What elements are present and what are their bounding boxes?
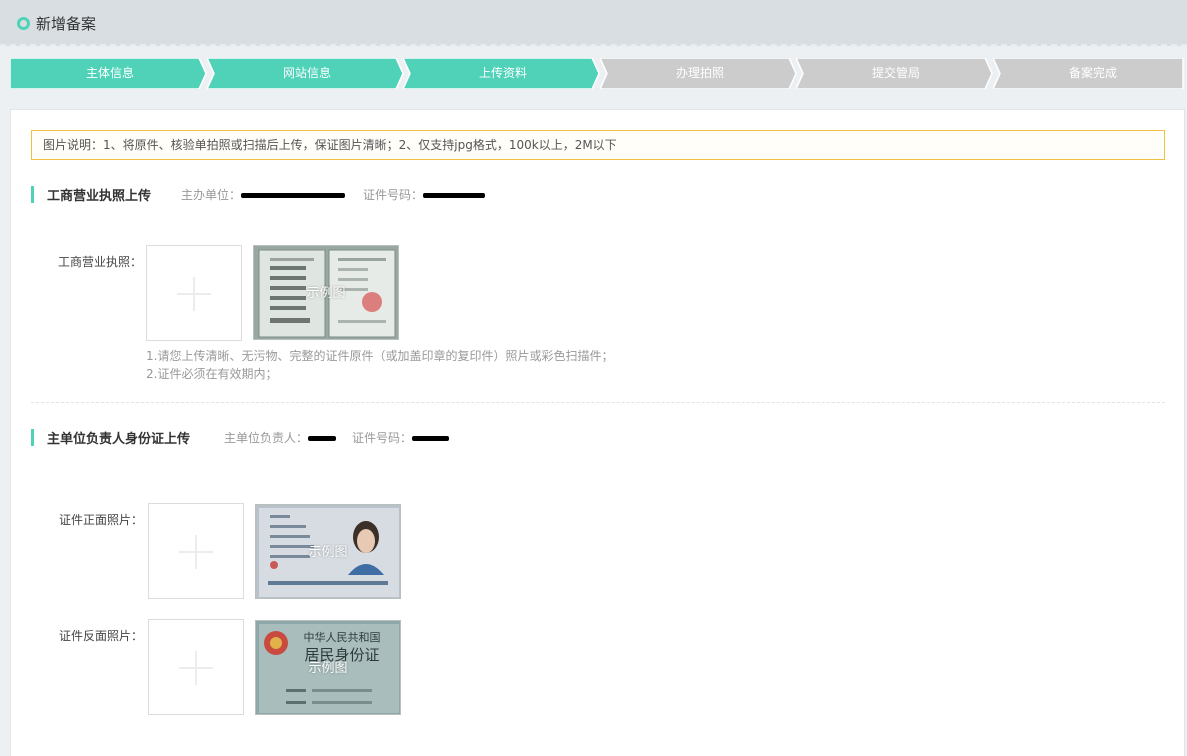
section-marker <box>31 429 34 446</box>
step-6: 备案完成 <box>993 58 1187 89</box>
progress-steps: 主体信息 网站信息 上传资料 办理拍照 提交管局 备案完成 <box>10 58 1185 89</box>
ring-icon <box>17 17 30 30</box>
redacted-org <box>241 193 346 198</box>
license-field-label: 工商营业执照： <box>58 255 143 269</box>
owner-meta: 主单位负责人： <box>224 429 337 446</box>
step-2: 网站信息 <box>207 58 407 89</box>
page-header: 新增备案 <box>0 0 1187 46</box>
page-title: 新增备案 <box>36 15 97 33</box>
id-front-sample-image: 示例图 <box>255 504 401 599</box>
cert-meta: 证件号码： <box>352 429 450 446</box>
upload-card: 图片说明：1、将原件、核验单拍照或扫描后上传，保证图片清晰；2、仅支持jpg格式… <box>10 109 1185 756</box>
section-owner-id: 主单位负责人身份证上传 主单位负责人： 证件号码： <box>31 428 631 447</box>
section-marker <box>31 186 34 203</box>
owner-label: 主单位负责人： <box>224 431 309 445</box>
org-meta: 主办单位： <box>181 186 346 203</box>
section-title: 工商营业执照上传 <box>47 189 152 204</box>
cert-label: 证件号码： <box>363 188 424 202</box>
step-label: 上传资料 <box>478 66 527 80</box>
step-5: 提交管局 <box>796 58 996 89</box>
section-business-license: 工商营业执照上传 主办单位： 证件号码： <box>31 185 631 204</box>
redacted-cert <box>412 436 450 441</box>
sample-caption: 示例图 <box>306 286 346 301</box>
id-front-upload[interactable] <box>148 503 244 599</box>
redacted-cert <box>423 193 486 198</box>
step-4: 办理拍照 <box>600 58 800 89</box>
license-upload[interactable] <box>146 245 242 341</box>
section-divider <box>31 402 1165 403</box>
license-hint-1: 1.请您上传清晰、无污物、完整的证件原件（或加盖印章的复印件）照片或彩色扫描件； <box>146 349 614 363</box>
step-label: 办理拍照 <box>675 66 724 80</box>
sample-caption: 示例图 <box>308 661 348 676</box>
image-notice: 图片说明：1、将原件、核验单拍照或扫描后上传，保证图片清晰；2、仅支持jpg格式… <box>31 130 1165 160</box>
id-front-label: 证件正面照片： <box>59 513 144 527</box>
step-label: 提交管局 <box>871 66 920 80</box>
step-label: 网站信息 <box>282 66 331 80</box>
org-label: 主办单位： <box>181 188 242 202</box>
id-back-label: 证件反面照片： <box>59 629 144 643</box>
id-back-upload[interactable] <box>148 619 244 715</box>
step-label: 备案完成 <box>1068 66 1117 80</box>
section-title: 主单位负责人身份证上传 <box>47 432 191 447</box>
step-1: 主体信息 <box>10 58 210 89</box>
sample-caption: 示例图 <box>308 545 348 560</box>
cert-label: 证件号码： <box>352 431 413 445</box>
step-3: 上传资料 <box>403 58 603 89</box>
cert-meta: 证件号码： <box>363 186 486 203</box>
redacted-owner <box>308 436 337 441</box>
license-sample-image: 示例图 <box>253 245 399 340</box>
license-hint-2: 2.证件必须在有效期内； <box>146 367 278 381</box>
step-label: 主体信息 <box>85 66 134 80</box>
id-back-sample-image: 中华人民共和国 居民身份证 示例图 <box>255 620 401 715</box>
